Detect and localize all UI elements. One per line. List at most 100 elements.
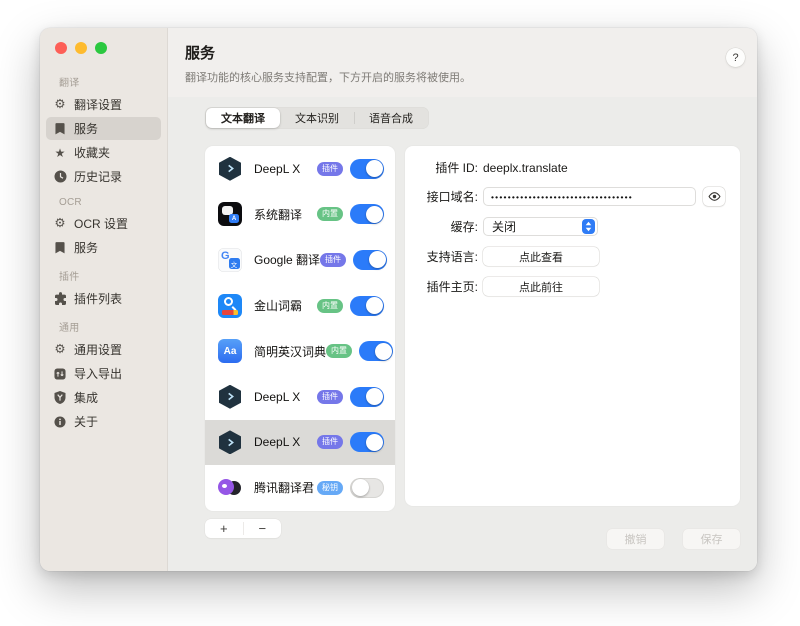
service-toggle[interactable] [350, 159, 384, 179]
sidebar-item-收藏夹[interactable]: ★ 收藏夹 [46, 141, 161, 164]
sidebar-item-导入导出[interactable]: 导入导出 [46, 362, 161, 385]
sidebar-item-label: 历史记录 [74, 168, 122, 185]
dropdown-stepper-icon [582, 219, 595, 234]
cache-value: 关闭 [492, 218, 516, 235]
page-subtitle: 翻译功能的核心服务支持配置，下方开启的服务将被使用。 [185, 69, 740, 85]
homepage-label: 插件主页: [405, 278, 478, 295]
service-toggle[interactable] [353, 250, 387, 270]
sidebar-section: 插件 插件列表 [46, 268, 161, 310]
service-name: DeepL X [254, 390, 300, 404]
tab-语音合成[interactable]: 语音合成 [354, 108, 428, 128]
cache-dropdown[interactable]: 关闭 [483, 217, 598, 236]
cache-label: 缓存: [405, 218, 478, 235]
sidebar-section: 通用 ⚙ 通用设置 导入导出 集成 关于 [46, 319, 161, 433]
service-toggle[interactable] [350, 204, 384, 224]
sidebar-item-集成[interactable]: 集成 [46, 386, 161, 409]
content-area: 文本翻译文本识别语音合成 DeepL X 插件 A 系统翻译 内置 G文 Goo… [168, 97, 757, 571]
service-row[interactable]: DeepL X 插件 [205, 420, 395, 466]
traffic-lights [40, 28, 167, 54]
view-languages-button[interactable]: 点此查看 [483, 247, 599, 266]
service-row[interactable]: G文 Google 翻译 插件 [205, 237, 395, 283]
sidebar-item-label: 插件列表 [74, 290, 122, 307]
footer-actions: 撤销 保存 [607, 529, 740, 549]
sidebar-item-label: 翻译设置 [74, 96, 122, 113]
service-toggle[interactable] [350, 478, 384, 498]
sidebar-item-服务[interactable]: 服务 [46, 117, 161, 140]
sidebar-item-关于[interactable]: 关于 [46, 410, 161, 433]
service-row[interactable]: Aa 简明英汉词典 内置 [205, 328, 395, 374]
service-badge: 插件 [317, 435, 343, 449]
gear-icon: ⚙ [53, 98, 67, 111]
service-badge: 内置 [317, 299, 343, 313]
system-translate-icon: A [218, 202, 242, 226]
list-actions: + − [205, 519, 281, 538]
minimize-button[interactable] [75, 42, 87, 54]
service-row[interactable]: A 系统翻译 内置 [205, 192, 395, 238]
sidebar-item-OCR 设置[interactable]: ⚙ OCR 设置 [46, 212, 161, 235]
service-name: 系统翻译 [254, 206, 302, 223]
sidebar-item-翻译设置[interactable]: ⚙ 翻译设置 [46, 93, 161, 116]
service-toggle[interactable] [359, 341, 393, 361]
homepage-row: 插件主页: 点此前往 [405, 277, 726, 296]
service-badge: 插件 [317, 162, 343, 176]
add-service-button[interactable]: + [205, 519, 243, 538]
service-name: 金山词霸 [254, 297, 302, 314]
service-toggle[interactable] [350, 296, 384, 316]
service-toggle[interactable] [350, 387, 384, 407]
sidebar-item-插件列表[interactable]: 插件列表 [46, 287, 161, 310]
sidebar-section: 翻译 ⚙ 翻译设置 服务 ★ 收藏夹 历史记录 [46, 74, 161, 188]
service-name: Google 翻译 [254, 251, 320, 268]
plugin-id-value: deeplx.translate [483, 161, 568, 175]
toggle-knob [375, 343, 392, 360]
sidebar-item-服务[interactable]: 服务 [46, 236, 161, 259]
domain-input[interactable] [483, 187, 696, 206]
sidebar-item-通用设置[interactable]: ⚙ 通用设置 [46, 338, 161, 361]
service-row[interactable]: DeepL X 插件 [205, 146, 395, 192]
sidebar-item-label: 收藏夹 [74, 144, 110, 161]
info-icon [53, 416, 67, 428]
deeplx-icon [218, 157, 242, 181]
service-detail-panel: 插件 ID: deeplx.translate 接口域名: [405, 146, 740, 506]
panels: DeepL X 插件 A 系统翻译 内置 G文 Google 翻译 插件 金山词… [205, 146, 740, 538]
open-homepage-button[interactable]: 点此前往 [483, 277, 599, 296]
gear-icon: ⚙ [53, 343, 67, 356]
deeplx-icon [218, 385, 242, 409]
service-list-column: DeepL X 插件 A 系统翻译 内置 G文 Google 翻译 插件 金山词… [205, 146, 395, 538]
tab-文本识别[interactable]: 文本识别 [280, 108, 354, 128]
service-toggle[interactable] [350, 432, 384, 452]
service-badge: 内置 [317, 207, 343, 221]
integration-icon [53, 391, 67, 404]
service-row[interactable]: 金山词霸 内置 [205, 283, 395, 329]
service-row[interactable]: 腾讯翻译君 秘钥 [205, 465, 395, 511]
service-name: DeepL X [254, 435, 300, 449]
sidebar-section-label: 通用 [46, 319, 161, 338]
toggle-knob [366, 388, 383, 405]
remove-service-button[interactable]: − [244, 519, 282, 538]
toggle-knob [352, 479, 369, 496]
sidebar-item-label: 服务 [74, 239, 98, 256]
plugin-id-row: 插件 ID: deeplx.translate [405, 159, 726, 176]
dictionary-icon: Aa [218, 339, 242, 363]
service-row[interactable]: DeepL X 插件 [205, 374, 395, 420]
toggle-knob [366, 206, 383, 223]
toggle-knob [366, 160, 383, 177]
bookmark-icon [53, 123, 67, 135]
tab-文本翻译[interactable]: 文本翻译 [206, 108, 280, 128]
page-header: 服务 翻译功能的核心服务支持配置，下方开启的服务将被使用。 [168, 28, 757, 97]
service-badge: 插件 [317, 390, 343, 404]
sidebar-section-label: 翻译 [46, 74, 161, 93]
zoom-button[interactable] [95, 42, 107, 54]
domain-label: 接口域名: [405, 188, 478, 205]
reveal-secret-button[interactable] [703, 187, 725, 206]
close-button[interactable] [55, 42, 67, 54]
tab-label: 文本翻译 [221, 110, 265, 126]
help-button[interactable]: ? [726, 48, 745, 67]
service-badge: 内置 [326, 344, 352, 358]
sidebar-item-label: 服务 [74, 120, 98, 137]
save-button[interactable]: 保存 [683, 529, 740, 549]
undo-button[interactable]: 撤销 [607, 529, 664, 549]
sidebar-item-历史记录[interactable]: 历史记录 [46, 165, 161, 188]
cache-row: 缓存: 关闭 [405, 217, 726, 236]
languages-row: 支持语言: 点此查看 [405, 247, 726, 266]
star-icon: ★ [53, 147, 67, 159]
